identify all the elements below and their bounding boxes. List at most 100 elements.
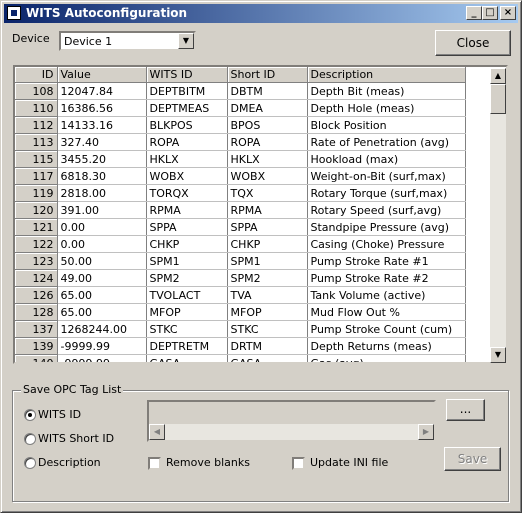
cell-value[interactable]: 65.00 [57,303,147,321]
opc-path-field[interactable]: ◀ ▶ [147,400,436,442]
cell-id[interactable]: 124 [15,269,58,287]
cell-wits-id[interactable]: SPM2 [146,269,228,287]
table-row[interactable]: 124 49.00 SPM2 SPM2 Pump Stroke Rate #2 [15,269,466,287]
close-button[interactable]: Close [435,30,511,56]
tag-grid[interactable]: ID Value WITS ID Short ID Description 10… [13,65,508,364]
radio-description[interactable] [24,457,36,469]
window-close-button[interactable]: × [500,6,516,20]
scroll-down-icon[interactable]: ▼ [490,347,506,363]
cell-value[interactable]: -9999.99 [57,354,147,362]
table-row[interactable]: 117 6818.30 WOBX WOBX Weight-on-Bit (surf,ma… [15,167,466,185]
cell-short-id[interactable]: BPOS [227,116,308,134]
header-value[interactable]: Value [57,67,147,83]
scroll-left-icon[interactable]: ◀ [149,424,165,440]
cell-id[interactable]: 110 [15,99,58,117]
cell-short-id[interactable]: DBTM [227,82,308,100]
radio-wits-short-id-label[interactable]: WITS Short ID [38,432,114,445]
cell-wits-id[interactable]: WOBX [146,167,228,185]
table-row[interactable]: 120 391.00 RPMA RPMA Rotary Speed (surf,avg) [15,201,466,219]
cell-id[interactable]: 121 [15,218,58,236]
cell-wits-id[interactable]: TORQX [146,184,228,202]
cell-id[interactable]: 140 [15,354,58,362]
remove-blanks-checkbox[interactable] [148,457,161,470]
cell-description[interactable]: Pump Stroke Rate #2 [307,269,466,287]
table-row[interactable]: 112 14133.16 BLKPOS BPOS Block Position [15,116,466,134]
cell-value[interactable]: 16386.56 [57,99,147,117]
header-short-id[interactable]: Short ID [227,67,308,83]
cell-wits-id[interactable]: CHKP [146,235,228,253]
cell-wits-id[interactable]: SPM1 [146,252,228,270]
device-select[interactable]: Device 1 ▼ [59,31,196,51]
table-row[interactable]: 119 2818.00 TORQX TQX Rotary Torque (surf,ma… [15,184,466,202]
cell-description[interactable]: Pump Stroke Rate #1 [307,252,466,270]
chevron-down-icon[interactable]: ▼ [178,33,194,49]
cell-description[interactable]: Depth Bit (meas) [307,82,466,100]
table-row[interactable]: 126 65.00 TVOLACT TVA Tank Volume (active) [15,286,466,304]
cell-value[interactable]: 391.00 [57,201,147,219]
cell-id[interactable]: 123 [15,252,58,270]
radio-wits-short-id[interactable] [24,433,36,445]
cell-description[interactable]: Block Position [307,116,466,134]
cell-id[interactable]: 112 [15,116,58,134]
cell-short-id[interactable]: HKLX [227,150,308,168]
scroll-thumb[interactable] [490,84,506,114]
cell-description[interactable]: Rotary Torque (surf,max) [307,184,466,202]
cell-description[interactable]: Mud Flow Out % [307,303,466,321]
cell-value[interactable]: 65.00 [57,286,147,304]
cell-short-id[interactable]: STKC [227,320,308,338]
table-row[interactable]: 128 65.00 MFOP MFOP Mud Flow Out % [15,303,466,321]
cell-id[interactable]: 108 [15,82,58,100]
cell-id[interactable]: 119 [15,184,58,202]
header-id[interactable]: ID [15,67,58,83]
cell-id[interactable]: 115 [15,150,58,168]
cell-description[interactable]: Rate of Penetration (avg) [307,133,466,151]
table-row[interactable]: 139 -9999.99 DEPTRETM DRTM Depth Returns (me… [15,337,466,355]
cell-value[interactable]: 1268244.00 [57,320,147,338]
cell-value[interactable]: 2818.00 [57,184,147,202]
cell-wits-id[interactable]: DEPTBITM [146,82,228,100]
header-wits-id[interactable]: WITS ID [146,67,228,83]
update-ini-label[interactable]: Update INI file [310,456,388,469]
cell-value[interactable]: -9999.99 [57,337,147,355]
cell-short-id[interactable]: TVA [227,286,308,304]
cell-id[interactable]: 139 [15,337,58,355]
radio-wits-id[interactable] [24,409,36,421]
cell-description[interactable]: Weight-on-Bit (surf,max) [307,167,466,185]
cell-short-id[interactable]: DMEA [227,99,308,117]
cell-value[interactable]: 50.00 [57,252,147,270]
cell-id[interactable]: 122 [15,235,58,253]
cell-wits-id[interactable]: BLKPOS [146,116,228,134]
cell-id[interactable]: 117 [15,167,58,185]
table-row[interactable]: 123 50.00 SPM1 SPM1 Pump Stroke Rate #1 [15,252,466,270]
cell-value[interactable]: 0.00 [57,218,147,236]
cell-wits-id[interactable]: GASA [146,354,228,362]
cell-value[interactable]: 0.00 [57,235,147,253]
cell-id[interactable]: 128 [15,303,58,321]
browse-button[interactable]: ... [446,399,485,421]
radio-description-label[interactable]: Description [38,456,101,469]
cell-description[interactable]: Standpipe Pressure (avg) [307,218,466,236]
update-ini-checkbox[interactable] [292,457,305,470]
cell-short-id[interactable]: SPM1 [227,252,308,270]
cell-short-id[interactable]: SPPA [227,218,308,236]
cell-value[interactable]: 14133.16 [57,116,147,134]
cell-id[interactable]: 137 [15,320,58,338]
cell-short-id[interactable]: RPMA [227,201,308,219]
cell-description[interactable]: Rotary Speed (surf,avg) [307,201,466,219]
table-row[interactable]: 115 3455.20 HKLX HKLX Hookload (max) [15,150,466,168]
cell-wits-id[interactable]: SPPA [146,218,228,236]
cell-description[interactable]: Gas (avg) [307,354,466,362]
cell-wits-id[interactable]: ROPA [146,133,228,151]
save-button[interactable]: Save [444,447,501,471]
radio-wits-id-label[interactable]: WITS ID [38,408,81,421]
cell-short-id[interactable]: MFOP [227,303,308,321]
table-row[interactable]: 137 1268244.00 STKC STKC Pump Stroke Count (… [15,320,466,338]
table-row[interactable]: 121 0.00 SPPA SPPA Standpipe Pressure (avg) [15,218,466,236]
cell-short-id[interactable]: ROPA [227,133,308,151]
table-row[interactable]: 122 0.00 CHKP CHKP Casing (Choke) Pressure [15,235,466,253]
cell-wits-id[interactable]: TVOLACT [146,286,228,304]
cell-description[interactable]: Casing (Choke) Pressure [307,235,466,253]
maximize-button[interactable]: □ [482,6,498,20]
table-row[interactable]: 140 -9999.99 GASA GASA Gas (avg) [15,354,466,362]
scroll-right-icon[interactable]: ▶ [418,424,434,440]
